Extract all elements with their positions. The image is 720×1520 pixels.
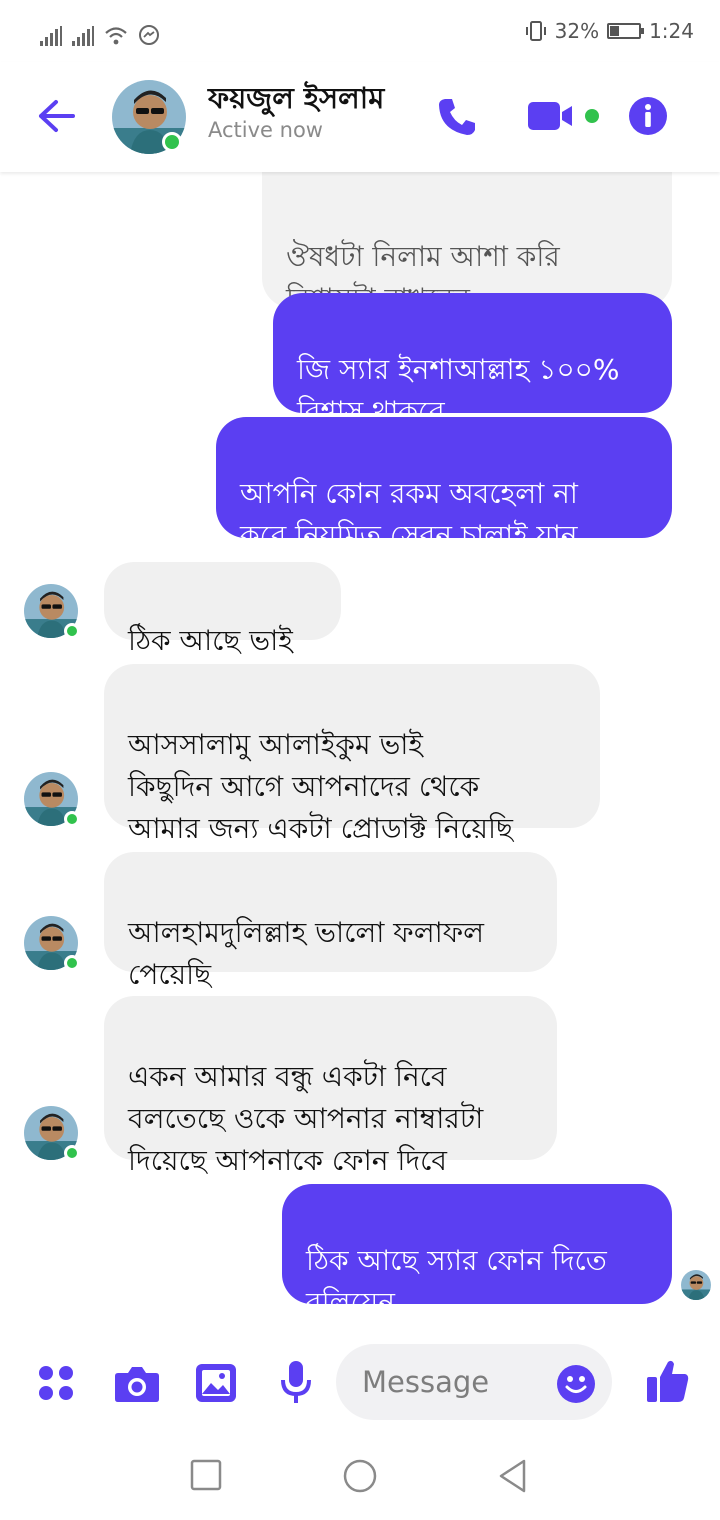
emoji-icon[interactable]	[556, 1364, 596, 1404]
read-receipt-avatar	[681, 1270, 711, 1300]
message-text: ঠিক আছে ভাই	[128, 624, 293, 657]
online-indicator	[64, 955, 80, 971]
signal-icon	[40, 26, 62, 46]
recent-apps-icon[interactable]	[190, 1458, 222, 1492]
online-indicator	[64, 623, 80, 639]
online-indicator	[64, 1145, 80, 1161]
message-bubble-sent[interactable]: জি স্যার ইনশাআল্লাহ ১০০% বিশ্বাস থাকবে	[273, 293, 672, 428]
message-bubble-sent[interactable]: আপনি কোন রকম অবহেলা না করে নিয়মিত সেবন …	[216, 417, 672, 552]
message-bubble-received[interactable]: একন আমার বন্ধু একটা নিবে বলতেছে ওকে আপনা…	[104, 996, 557, 1177]
battery-percent: 32%	[554, 19, 600, 43]
message-bubble-received[interactable]: ঠিক আছে ভাই	[104, 562, 341, 657]
back-icon[interactable]	[496, 1458, 528, 1494]
system-nav-bar	[0, 1436, 720, 1520]
composer-bar	[0, 1336, 720, 1436]
clock: 1:24	[649, 19, 694, 43]
image-icon[interactable]	[195, 1363, 237, 1403]
message-text: আপনি কোন রকম অবহেলা না করে নিয়মিত সেবন …	[240, 477, 578, 552]
thumbs-up-icon[interactable]	[646, 1358, 690, 1404]
online-indicator	[64, 811, 80, 827]
message-text: ঠিক আছে স্যার ফোন দিতে বলিয়েন	[306, 1244, 607, 1319]
wifi-icon	[105, 27, 127, 45]
camera-icon[interactable]	[114, 1363, 160, 1403]
message-text: একন আমার বন্ধু একটা নিবে বলতেছে ওকে আপনা…	[128, 1060, 484, 1177]
message-list[interactable]: ঔষধটা নিলাম আশা করি বিশ্বাসটা রাখবেন জি …	[0, 172, 720, 1332]
vibrate-icon	[525, 21, 546, 41]
message-bubble-received[interactable]: আসসালামু আলাইকুম ভাই কিছুদিন আগে আপনাদের…	[104, 664, 600, 845]
status-bar: 32% 1:24	[0, 0, 720, 62]
message-bubble-sent-partial[interactable]: ঔষধটা নিলাম আশা করি বিশ্বাসটা রাখবেন	[262, 172, 672, 315]
chat-header: ফয়জুল ইসলাম Active now	[0, 62, 720, 172]
messenger-icon	[139, 25, 159, 45]
back-arrow-icon[interactable]	[36, 98, 76, 134]
message-bubble-received[interactable]: আলহামদুলিল্লাহ ভালো ফলাফল পেয়েছি	[104, 852, 557, 991]
battery-icon	[607, 23, 645, 39]
message-text: আসসালামু আলাইকুম ভাই কিছুদিন আগে আপনাদের…	[128, 728, 513, 845]
message-text: আলহামদুলিল্লাহ ভালো ফলাফল পেয়েছি	[128, 916, 485, 991]
mic-icon[interactable]	[280, 1360, 312, 1406]
status-right: 32% 1:24	[525, 16, 694, 46]
presence-status: Active now	[208, 118, 323, 142]
home-icon[interactable]	[342, 1458, 378, 1494]
signal-icon	[72, 26, 94, 46]
message-bubble-sent[interactable]: ঠিক আছে স্যার ফোন দিতে বলিয়েন	[282, 1184, 672, 1319]
more-icon[interactable]	[36, 1363, 76, 1403]
info-icon[interactable]	[628, 96, 668, 136]
online-indicator	[162, 132, 182, 152]
video-icon[interactable]	[528, 100, 602, 132]
status-left	[40, 18, 160, 46]
phone-icon[interactable]	[436, 96, 478, 138]
